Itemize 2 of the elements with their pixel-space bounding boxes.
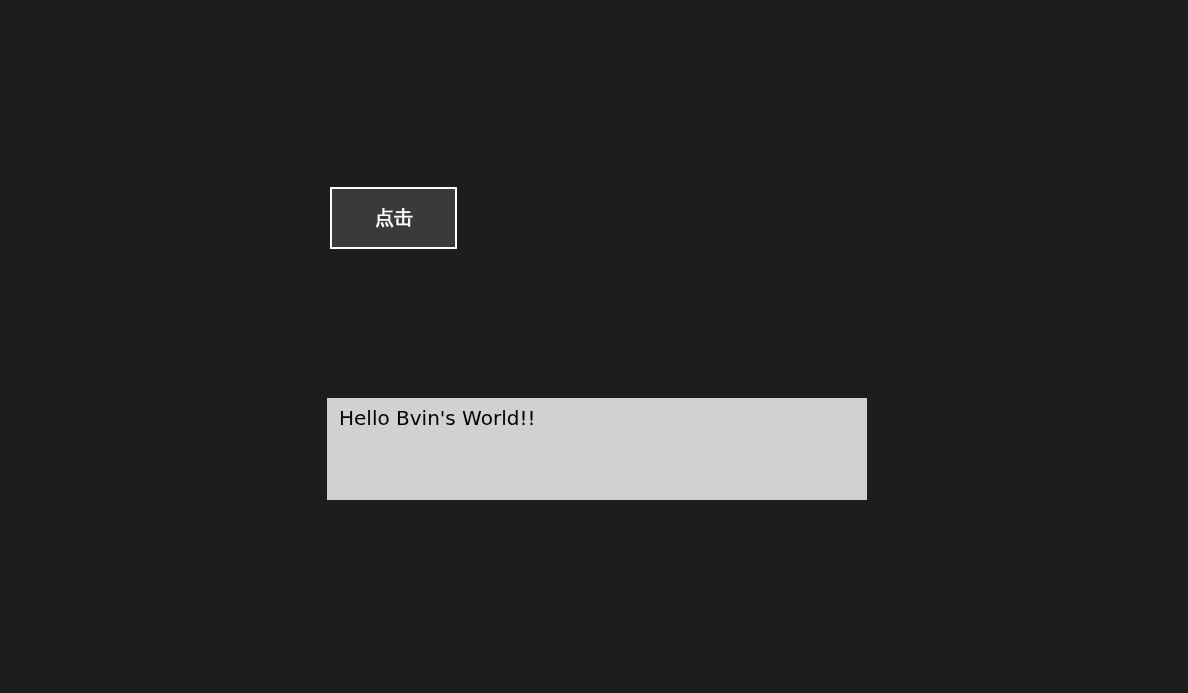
- click-button[interactable]: 点击: [330, 187, 457, 249]
- text-box[interactable]: Hello Bvin's World!!: [327, 398, 867, 500]
